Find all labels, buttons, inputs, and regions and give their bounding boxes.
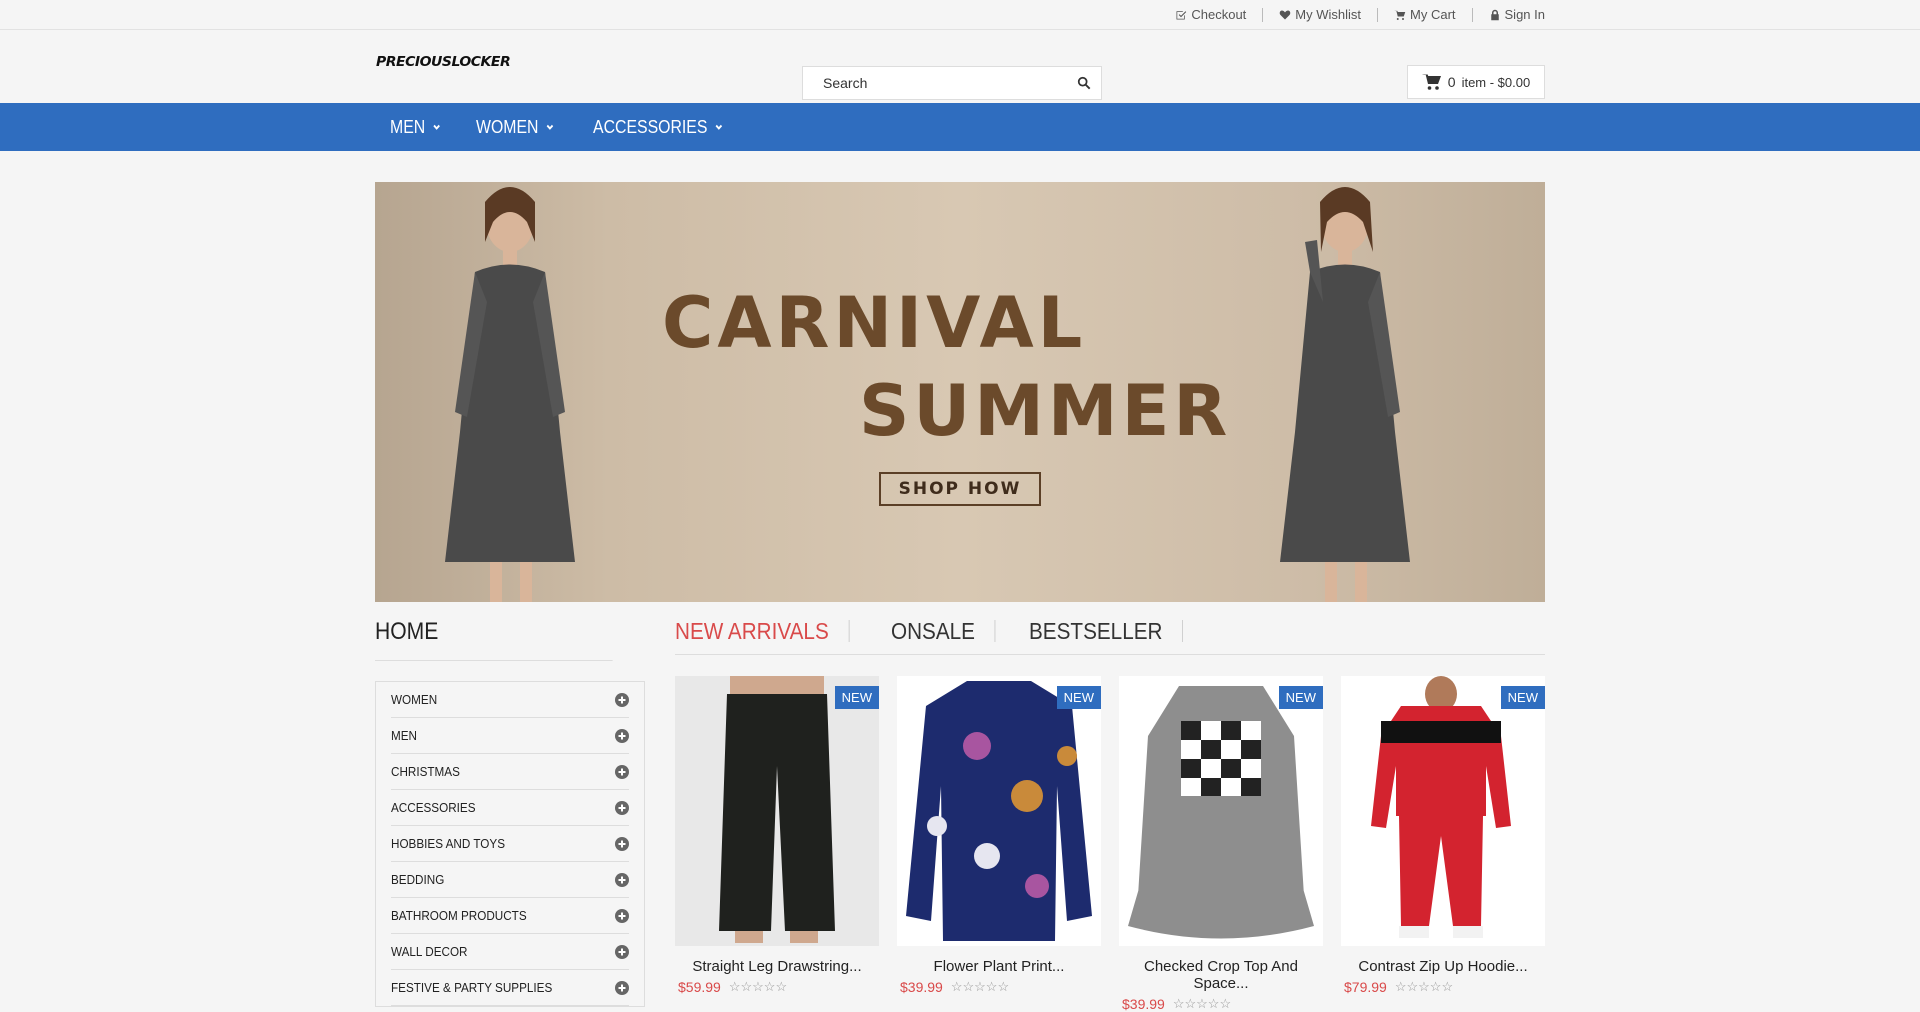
category-item[interactable]: FESTIVE & PARTY SUPPLIES: [391, 970, 629, 1006]
category-item[interactable]: CHRISTMAS: [391, 754, 629, 790]
cart-count: 0: [1447, 74, 1456, 90]
hoodie-image: [1371, 676, 1511, 938]
new-badge: NEW: [1500, 686, 1545, 709]
hero-banner[interactable]: CARNIVAL SUMMER SHOP HOW: [375, 182, 1545, 602]
chevron-down-icon: [433, 124, 440, 130]
nav-item-accessories[interactable]: ACCESSORIES: [593, 117, 723, 138]
model-image-right: [1280, 187, 1410, 602]
nav-label: WOMEN: [476, 116, 539, 137]
new-badge: NEW: [1056, 686, 1101, 709]
shop-now-button[interactable]: SHOP HOW: [879, 472, 1041, 506]
category-item[interactable]: MEN: [391, 718, 629, 754]
header: PRECIOUSLOCKER 0 item - $0.00: [0, 30, 1920, 103]
search-input[interactable]: [803, 67, 1067, 99]
search-icon: [1077, 76, 1091, 90]
plus-circle-icon[interactable]: [615, 692, 629, 707]
chevron-down-icon: [546, 124, 554, 130]
search-box: [802, 66, 1102, 100]
checkout-label: Checkout: [1191, 7, 1247, 22]
product-name[interactable]: Straight Leg Drawstring...: [675, 958, 879, 975]
category-item[interactable]: ACCESSORIES: [391, 790, 629, 826]
cart-icon: [1421, 74, 1441, 90]
rating-stars: ☆☆☆☆☆: [1172, 996, 1232, 1011]
chevron-down-icon: [715, 124, 723, 130]
plus-circle-icon[interactable]: [615, 800, 629, 815]
nav-label: ACCESSORIES: [593, 116, 708, 137]
model-image-left: [445, 187, 575, 602]
product-name[interactable]: Flower Plant Print...: [897, 958, 1101, 975]
category-sidebar: HOME WOMEN MEN CHRISTMAS ACCESSORIES HOBBIES…: [375, 618, 645, 1007]
pants-image: [719, 676, 835, 943]
category-item[interactable]: BATHROOM PRODUCTS: [391, 898, 629, 934]
category-item[interactable]: WALL DECOR: [391, 934, 629, 970]
wishlist-label: My Wishlist: [1295, 7, 1362, 22]
nav-item-women[interactable]: WOMEN: [476, 117, 554, 138]
category-label: BATHROOM PRODUCTS: [391, 908, 527, 923]
product-card[interactable]: NEW Straight Leg Drawstring... $59.99 ☆☆…: [675, 676, 879, 1012]
plus-circle-icon[interactable]: [615, 728, 629, 743]
plus-circle-icon[interactable]: [615, 980, 629, 995]
category-label: BEDDING: [391, 872, 445, 887]
category-item[interactable]: BEDDING: [391, 862, 629, 898]
category-item[interactable]: WOMEN: [391, 682, 629, 718]
site-logo[interactable]: PRECIOUSLOCKER: [376, 54, 511, 69]
product-tabs: NEW ARRIVALS ONSALE BESTSELLER: [675, 620, 1545, 655]
product-grid: NEW Straight Leg Drawstring... $59.99 ☆☆…: [675, 676, 1545, 1012]
category-label: HOBBIES AND TOYS: [391, 836, 506, 851]
plus-circle-icon[interactable]: [615, 944, 629, 959]
new-badge: NEW: [834, 686, 879, 709]
new-badge: NEW: [1278, 686, 1323, 709]
category-label: ACCESSORIES: [391, 800, 476, 815]
cart-icon: [1394, 10, 1406, 20]
banner-title-line2: SUMMER: [859, 370, 1232, 452]
category-list: WOMEN MEN CHRISTMAS ACCESSORIES HOBBIES AND …: [375, 681, 645, 1007]
nav-item-men[interactable]: MEN: [390, 117, 441, 138]
sign-in-link[interactable]: Sign In: [1473, 8, 1545, 22]
cart-summary: item - $0.00: [1461, 74, 1531, 90]
my-cart-label: My Cart: [1410, 7, 1456, 22]
product-name[interactable]: Contrast Zip Up Hoodie...: [1341, 958, 1545, 975]
product-image[interactable]: NEW: [1119, 676, 1323, 946]
header-cart-button[interactable]: 0 item - $0.00: [1407, 65, 1545, 99]
plus-circle-icon[interactable]: [615, 908, 629, 923]
product-image[interactable]: NEW: [897, 676, 1101, 946]
category-item[interactable]: HOBBIES AND TOYS: [391, 826, 629, 862]
dress-image: [1128, 686, 1314, 939]
search-button[interactable]: [1067, 67, 1101, 99]
plus-circle-icon[interactable]: [615, 764, 629, 779]
category-label: CHRISTMAS: [391, 764, 460, 779]
checkout-link[interactable]: Checkout: [1159, 7, 1264, 22]
tab-onsale[interactable]: ONSALE: [891, 620, 996, 643]
shirt-image: [906, 681, 1092, 941]
tab-bestseller[interactable]: BESTSELLER: [1029, 620, 1184, 643]
product-card[interactable]: NEW Checked Crop Top And Space... $39.99…: [1119, 676, 1323, 1012]
product-card[interactable]: NEW Flower Plant Print... $39.99 ☆☆☆☆☆: [897, 676, 1101, 1012]
banner-title-line1: CARNIVAL: [662, 282, 1087, 364]
wishlist-link[interactable]: My Wishlist: [1263, 7, 1379, 22]
checkout-icon: [1176, 11, 1187, 20]
category-label: MEN: [391, 728, 418, 743]
product-card[interactable]: NEW Contrast Zip Up Hoodie... $79.99 ☆☆☆…: [1341, 676, 1545, 1012]
top-links: Checkout My Wishlist My Cart Sign In: [1159, 0, 1545, 30]
product-image[interactable]: NEW: [1341, 676, 1545, 946]
category-label: WOMEN: [391, 692, 438, 707]
sidebar-title: HOME: [375, 618, 613, 661]
my-cart-link[interactable]: My Cart: [1378, 8, 1473, 22]
plus-circle-icon[interactable]: [615, 872, 629, 887]
nav-label: MEN: [390, 116, 426, 137]
sign-in-label: Sign In: [1504, 7, 1545, 22]
heart-icon: [1280, 10, 1291, 20]
tab-new-arrivals[interactable]: NEW ARRIVALS: [675, 620, 850, 643]
category-label: WALL DECOR: [391, 944, 468, 959]
lock-icon: [1490, 9, 1499, 21]
main-nav: MEN WOMEN ACCESSORIES: [0, 103, 1920, 151]
top-bar: Checkout My Wishlist My Cart Sign In: [0, 0, 1920, 30]
product-image[interactable]: NEW: [675, 676, 879, 946]
product-price: $39.99: [1122, 996, 1165, 1012]
product-name[interactable]: Checked Crop Top And Space...: [1119, 958, 1323, 992]
plus-circle-icon[interactable]: [615, 836, 629, 851]
